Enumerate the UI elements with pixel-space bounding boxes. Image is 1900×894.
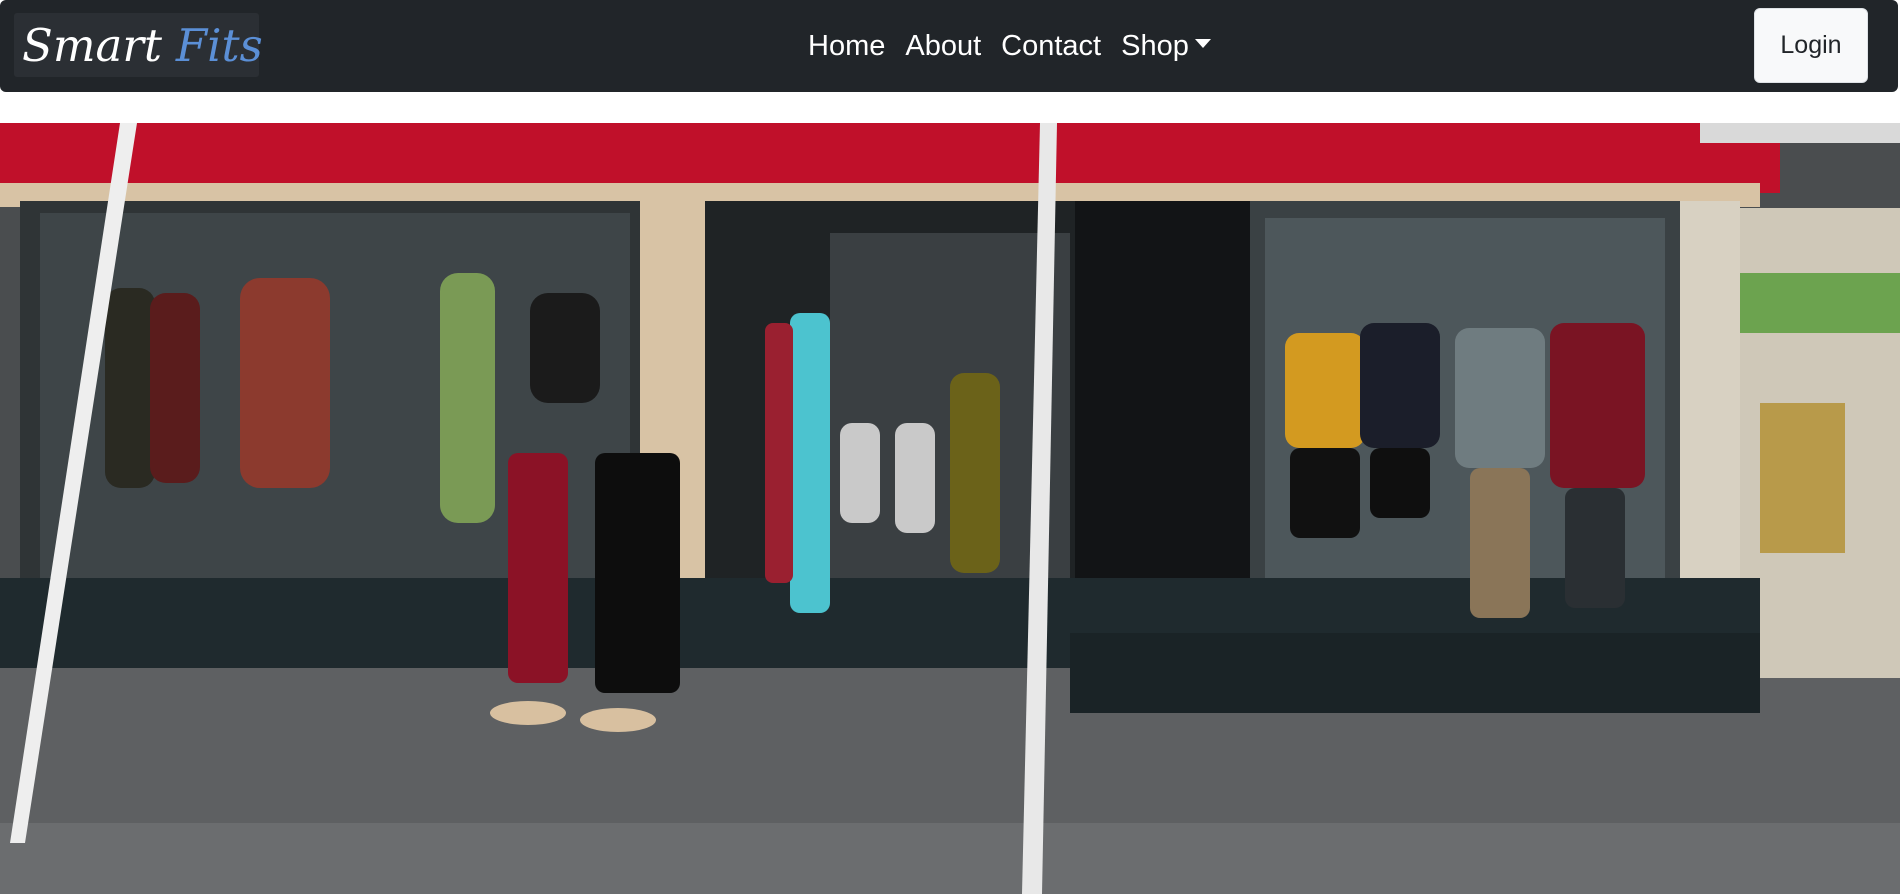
nav-about-link[interactable]: About bbox=[905, 30, 981, 63]
brand-name-part1: Smart bbox=[22, 18, 162, 72]
nav-shop-label: Shop bbox=[1121, 29, 1189, 62]
caret-down-icon bbox=[1194, 39, 1211, 49]
brand-name-part2: Fits bbox=[175, 18, 263, 72]
nav-shop-dropdown[interactable]: Shop bbox=[1121, 30, 1211, 63]
nav-home-link[interactable]: Home bbox=[808, 30, 885, 63]
hero-storefront-image bbox=[0, 123, 1900, 894]
login-button[interactable]: Login bbox=[1754, 8, 1868, 83]
nav-links: Home About Contact Shop bbox=[808, 0, 1211, 92]
nav-contact-link[interactable]: Contact bbox=[1001, 30, 1101, 63]
navbar: Smart Fits Home About Contact Shop Login bbox=[0, 0, 1898, 92]
storefront-photo bbox=[0, 123, 1900, 894]
brand-logo[interactable]: Smart Fits bbox=[14, 13, 263, 77]
